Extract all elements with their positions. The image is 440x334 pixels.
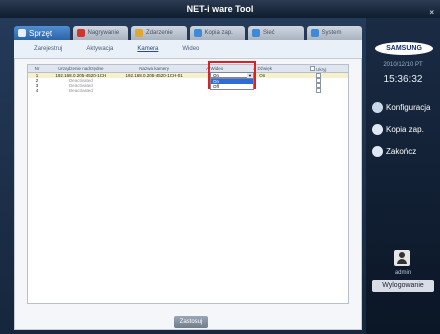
event-icon: [135, 29, 143, 37]
power-icon: [372, 145, 383, 157]
logout-button[interactable]: Wylogowanie: [372, 280, 434, 292]
system-icon: [310, 29, 319, 37]
record-icon: [76, 29, 85, 37]
samsung-logo: SAMSUNG: [375, 42, 433, 55]
subtab-camera[interactable]: Kamera: [137, 46, 158, 52]
subtab-activation[interactable]: Aktywacja: [86, 46, 113, 52]
apply-button[interactable]: Zastosuj: [174, 316, 208, 328]
time-display: 15:36:32: [383, 74, 423, 85]
tab-recording[interactable]: Nagrywanie: [72, 26, 128, 40]
subtab-video[interactable]: Wideo: [182, 46, 199, 52]
backup-icon: [193, 29, 202, 37]
tab-system[interactable]: System: [306, 26, 362, 40]
sub-tabs: Zarejestruj Aktywacja Kamera Wideo: [14, 40, 362, 58]
col-hide[interactable]: Ukryj: [288, 65, 348, 72]
table-row[interactable]: 4 Deactivated: [28, 87, 348, 93]
title-bar: NET-i ware Tool ×: [0, 0, 440, 18]
gear-icon: [372, 101, 383, 113]
date-display: 2010/12/10 PT: [383, 62, 423, 68]
col-device: Urządzenie nadrzędne: [58, 66, 104, 71]
tab-event[interactable]: Zdarzenie: [131, 26, 187, 40]
menu-backup[interactable]: Kopia zap.: [372, 122, 440, 136]
hardware-icon: [18, 29, 26, 37]
col-camera: Nazwa kamery: [139, 66, 169, 71]
username: admin: [394, 270, 412, 276]
window-title: NET-i ware Tool: [186, 4, 254, 14]
menu-exit[interactable]: Zakończ: [372, 144, 440, 158]
hide-checkbox[interactable]: [315, 87, 321, 93]
camera-table: Nr Urządzenie nadrzędne Nazwa kamery ✓ W…: [27, 64, 349, 304]
top-tabs: Sprzęt Nagrywanie Zdarzenie Kopia zap. S…: [14, 26, 362, 40]
tab-network[interactable]: Sieć: [248, 26, 304, 40]
main-area: Sprzęt Nagrywanie Zdarzenie Kopia zap. S…: [0, 18, 366, 334]
menu-configuration[interactable]: Konfiguracja: [372, 100, 440, 114]
content-panel: Nr Urządzenie nadrzędne Nazwa kamery ✓ W…: [14, 58, 362, 330]
hide-all-checkbox[interactable]: [309, 65, 315, 71]
sidebar: SAMSUNG 2010/12/10 PT 15:36:32 Konfigura…: [366, 18, 440, 334]
col-nr: Nr: [34, 66, 40, 71]
tab-backup[interactable]: Kopia zap.: [189, 26, 245, 40]
tab-hardware[interactable]: Sprzęt: [14, 26, 70, 40]
backup-icon: [372, 123, 383, 135]
subtab-register[interactable]: Zarejestruj: [34, 46, 62, 52]
network-icon: [252, 29, 260, 37]
user-icon: [394, 250, 410, 266]
video-dropdown-list: On Off: [210, 78, 254, 90]
dropdown-option-off[interactable]: Off: [211, 84, 253, 89]
